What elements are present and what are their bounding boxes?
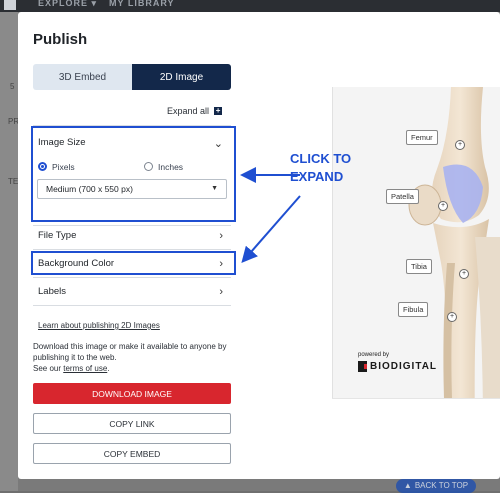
callout-arrows: [240, 167, 301, 264]
arrow-to-background-color: [241, 195, 301, 264]
